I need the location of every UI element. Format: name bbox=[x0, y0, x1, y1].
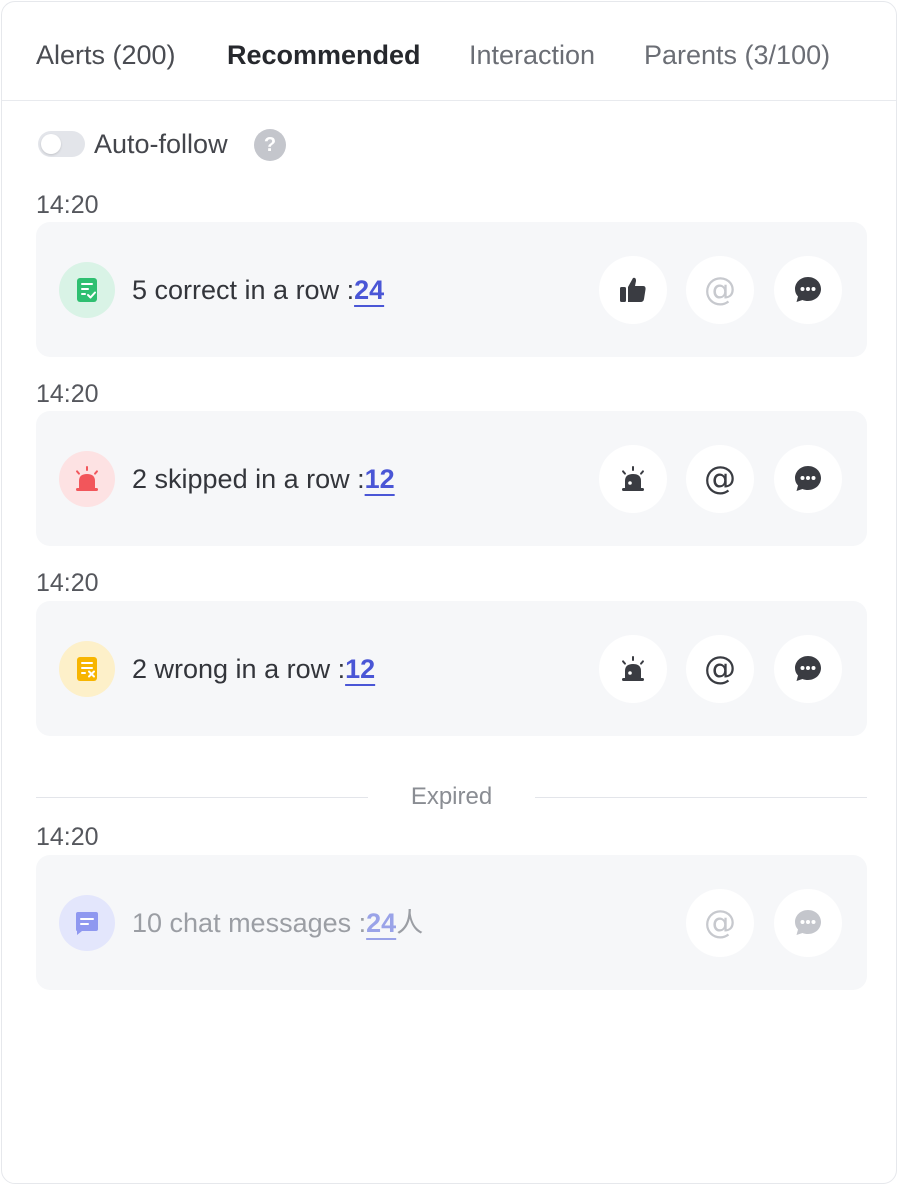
mention-button[interactable]: @ bbox=[686, 256, 754, 324]
chat-button[interactable] bbox=[774, 445, 842, 513]
auto-follow-toggle[interactable] bbox=[38, 131, 85, 157]
alert-count-link[interactable]: 24 bbox=[354, 275, 384, 305]
alert-label: 5 correct in a row : bbox=[132, 275, 355, 305]
alert-count-link[interactable]: 12 bbox=[365, 464, 395, 494]
tab-bar: Alerts (200) Recommended Interaction Par… bbox=[2, 2, 896, 101]
card-time: 14:20 bbox=[36, 569, 99, 597]
alert-text: 5 correct in a row :24 bbox=[132, 270, 384, 310]
chat-icon bbox=[795, 656, 821, 681]
alerts-panel: Alerts (200) Recommended Interaction Par… bbox=[1, 1, 897, 1184]
svg-text:@: @ bbox=[704, 907, 736, 939]
card-time: 14:20 bbox=[36, 823, 99, 851]
chat-icon bbox=[795, 466, 821, 491]
at-icon: @ bbox=[704, 907, 736, 939]
checklist-icon bbox=[59, 262, 115, 318]
at-icon: @ bbox=[704, 274, 736, 306]
alert-card-chat-expired: 10 chat messages :24人 @ bbox=[36, 855, 867, 990]
chat-button[interactable] bbox=[774, 889, 842, 957]
alert-card-wrong: 2 wrong in a row :12 @ bbox=[36, 601, 867, 736]
alarm-icon bbox=[622, 656, 644, 681]
card-time: 14:20 bbox=[36, 380, 99, 408]
tab-parents[interactable]: Parents (3/100) bbox=[644, 36, 830, 74]
alert-text: 10 chat messages :24人 bbox=[132, 903, 423, 943]
thumbs-up-button[interactable] bbox=[599, 256, 667, 324]
svg-text:@: @ bbox=[704, 653, 736, 685]
alert-label: 10 chat messages : bbox=[132, 908, 367, 938]
tab-recommended[interactable]: Recommended bbox=[227, 36, 421, 74]
toggle-knob bbox=[41, 134, 61, 154]
thumbs-up-icon bbox=[620, 277, 646, 302]
alarm-button[interactable] bbox=[599, 635, 667, 703]
alert-text: 2 wrong in a row :12 bbox=[132, 649, 375, 689]
chat-button[interactable] bbox=[774, 256, 842, 324]
alert-card-correct: 5 correct in a row :24 @ bbox=[36, 222, 867, 357]
card-time: 14:20 bbox=[36, 191, 99, 219]
alarm-icon bbox=[59, 451, 115, 507]
alert-count-link[interactable]: 24 bbox=[366, 908, 396, 938]
mention-button[interactable]: @ bbox=[686, 635, 754, 703]
auto-follow-label: Auto-follow bbox=[94, 129, 228, 159]
message-icon bbox=[59, 895, 115, 951]
alert-label: 2 wrong in a row : bbox=[132, 654, 346, 684]
alert-suffix: 人 bbox=[396, 908, 424, 938]
alert-text: 2 skipped in a row :12 bbox=[132, 459, 395, 499]
at-icon: @ bbox=[704, 463, 736, 495]
help-icon[interactable]: ? bbox=[254, 129, 286, 161]
alert-card-skipped: 2 skipped in a row :12 @ bbox=[36, 411, 867, 546]
alert-label: 2 skipped in a row : bbox=[132, 464, 365, 494]
mention-button[interactable]: @ bbox=[686, 889, 754, 957]
tab-interaction[interactable]: Interaction bbox=[469, 36, 595, 74]
wrong-list-icon bbox=[59, 641, 115, 697]
svg-text:@: @ bbox=[704, 274, 736, 306]
chat-button[interactable] bbox=[774, 635, 842, 703]
at-icon: @ bbox=[704, 653, 736, 685]
tab-alerts[interactable]: Alerts (200) bbox=[36, 36, 176, 74]
divider-line bbox=[535, 797, 867, 798]
chat-icon bbox=[795, 910, 821, 935]
svg-text:@: @ bbox=[704, 463, 736, 495]
expired-divider: Expired bbox=[36, 780, 867, 814]
alert-count-link[interactable]: 12 bbox=[345, 654, 375, 684]
alarm-button[interactable] bbox=[599, 445, 667, 513]
chat-icon bbox=[795, 277, 821, 302]
mention-button[interactable]: @ bbox=[686, 445, 754, 513]
alarm-icon bbox=[622, 466, 644, 491]
